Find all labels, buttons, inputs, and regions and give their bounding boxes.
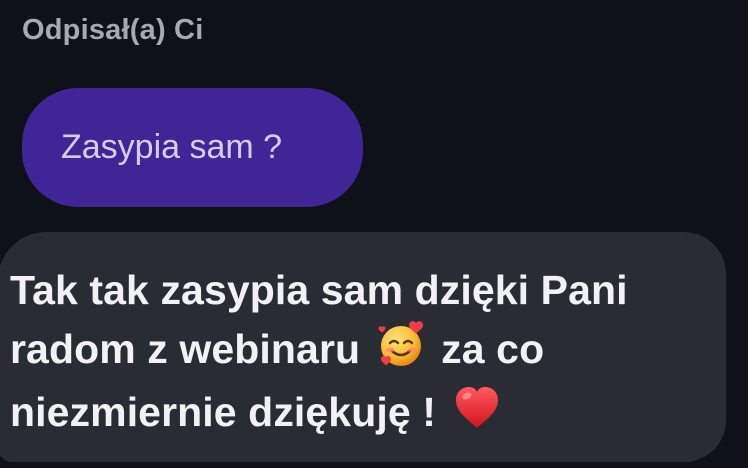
quoted-message-text: Zasypia sam ? xyxy=(61,128,283,166)
smiling-face-with-hearts-icon xyxy=(376,319,426,384)
reply-message-line-3-text: niezmiernie dziękuję ! xyxy=(10,389,436,435)
reply-message-bubble[interactable]: Tak tak zasypia sam dzięki Pani radom z … xyxy=(0,232,726,462)
message-thread: Odpisał(a) Ci Zasypia sam ? Tak tak zasy… xyxy=(0,0,748,468)
red-heart-icon xyxy=(452,384,502,447)
reply-message-text: Tak tak zasypia sam dzięki Pani radom z … xyxy=(10,262,710,447)
reply-message-line-2: radom z webinaru za co xyxy=(10,319,710,384)
reply-message-line-3: niezmiernie dziękuję ! xyxy=(10,384,710,447)
quoted-message-bubble[interactable]: Zasypia sam ? xyxy=(22,88,363,207)
reply-message-line-2-start: radom z webinaru xyxy=(10,326,361,372)
reply-message-line-2-end: za co xyxy=(441,326,545,372)
reply-message-line-1: Tak tak zasypia sam dzięki Pani xyxy=(10,267,628,313)
reply-context-label: Odpisał(a) Ci xyxy=(22,14,204,46)
